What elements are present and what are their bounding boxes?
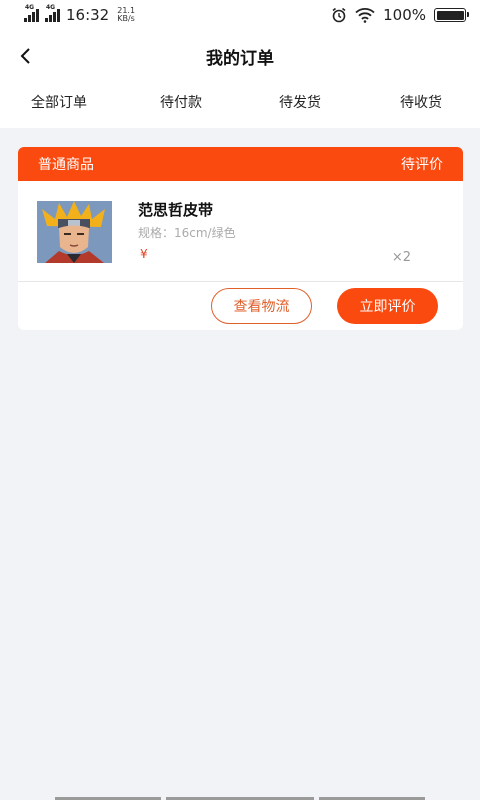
- status-bar: 4G 4G 16:32 21.1 KB/s 100%: [0, 0, 480, 30]
- back-button[interactable]: [12, 42, 40, 70]
- chevron-left-icon: [20, 48, 30, 64]
- wifi-icon: [355, 8, 375, 23]
- status-left: 4G 4G 16:32 21.1 KB/s: [24, 4, 136, 24]
- page-header: 我的订单: [0, 30, 480, 82]
- alarm-icon: [332, 7, 346, 23]
- page-title: 我的订单: [206, 48, 274, 69]
- network-label: 4G: [25, 4, 35, 11]
- network-speed: 21.1 KB/s: [117, 6, 136, 23]
- product-name: 范思哲皮带: [138, 201, 214, 219]
- tab-pending-receipt[interactable]: 待收货: [400, 92, 442, 112]
- order-card[interactable]: 普通商品 待评价 范思哲皮带 规格：16cm/绿色 ¥ ×2 查看物流 立即评价: [18, 147, 463, 330]
- status-right: 100%: [331, 6, 469, 24]
- battery-icon: [434, 8, 469, 22]
- order-tabs: 全部订单 待付款 待发货 待收货: [0, 82, 480, 128]
- signal-icon-2: 4G: [45, 4, 60, 22]
- product-quantity: ×2: [391, 250, 411, 265]
- tab-pending-payment[interactable]: 待付款: [160, 92, 202, 112]
- battery-percent: 100%: [383, 6, 426, 24]
- order-status-badge: 待评价: [401, 157, 443, 173]
- product-image: [37, 201, 112, 263]
- clock: 16:32: [66, 6, 110, 24]
- order-card-header: 普通商品 待评价: [18, 147, 463, 181]
- product-spec: 规格：16cm/绿色: [138, 226, 236, 240]
- order-actions: 查看物流 立即评价: [18, 282, 463, 330]
- product-row[interactable]: 范思哲皮带 规格：16cm/绿色 ¥ ×2: [18, 181, 463, 282]
- tab-pending-shipment[interactable]: 待发货: [279, 92, 321, 112]
- product-price: ¥: [140, 247, 148, 261]
- review-now-button[interactable]: 立即评价: [337, 288, 438, 324]
- network-label-2: 4G: [46, 4, 56, 11]
- tab-all-orders[interactable]: 全部订单: [31, 92, 87, 112]
- signal-icon: 4G: [24, 4, 39, 22]
- order-category: 普通商品: [38, 157, 94, 173]
- view-logistics-button[interactable]: 查看物流: [211, 288, 312, 324]
